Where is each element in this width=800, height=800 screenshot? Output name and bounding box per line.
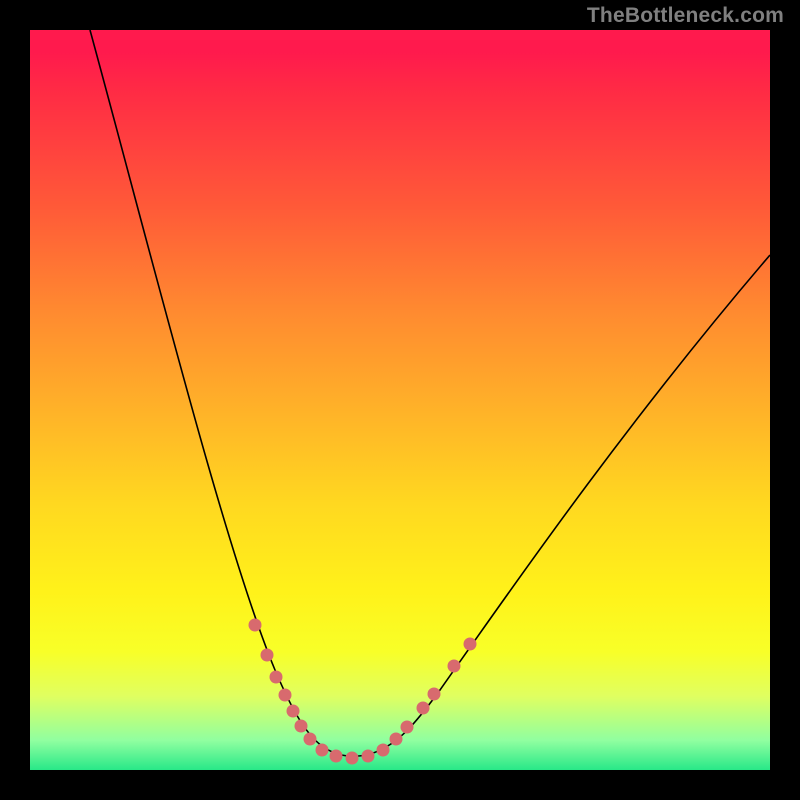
marker-group	[249, 619, 477, 765]
curve-svg	[30, 30, 770, 770]
curve-marker	[316, 744, 329, 757]
main-curve	[90, 30, 770, 756]
curve-marker	[270, 671, 283, 684]
curve-marker	[401, 721, 414, 734]
curve-marker	[390, 733, 403, 746]
curve-marker	[249, 619, 262, 632]
curve-marker	[448, 660, 461, 673]
curve-marker	[330, 750, 343, 763]
curve-marker	[295, 720, 308, 733]
curve-marker	[464, 638, 477, 651]
curve-marker	[417, 702, 430, 715]
curve-marker	[362, 750, 375, 763]
watermark-text: TheBottleneck.com	[587, 4, 784, 28]
curve-marker	[304, 733, 317, 746]
plot-area	[30, 30, 770, 770]
curve-marker	[377, 744, 390, 757]
curve-marker	[261, 649, 274, 662]
curve-marker	[428, 688, 441, 701]
curve-marker	[346, 752, 359, 765]
curve-marker	[287, 705, 300, 718]
curve-marker	[279, 689, 292, 702]
